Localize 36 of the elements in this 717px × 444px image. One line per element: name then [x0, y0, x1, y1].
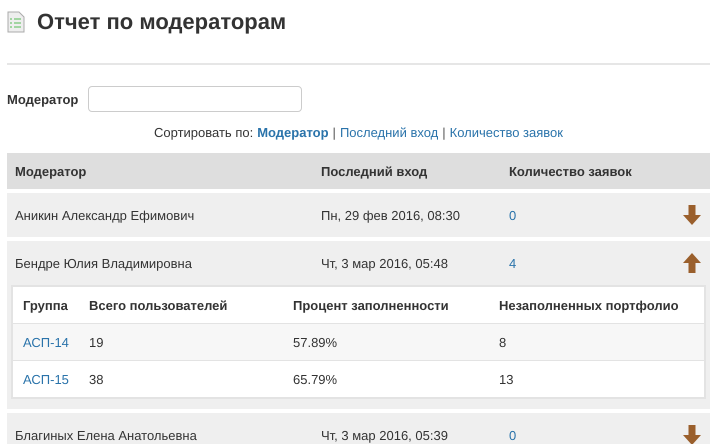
request-count-link[interactable]: 0	[509, 428, 516, 442]
last-login: Чт, 3 мар 2016, 05:39	[321, 428, 448, 442]
table-cell: 57.89%	[293, 334, 338, 350]
column-header: Количество заявок	[509, 164, 632, 178]
request-count-link[interactable]: 4	[509, 256, 516, 270]
moderator-input[interactable]	[88, 86, 302, 112]
sort-link[interactable]: Модератор	[257, 125, 329, 140]
table-cell: 65.79%	[293, 372, 338, 386]
down-arrow-icon[interactable]	[682, 424, 702, 444]
sort-link[interactable]: Количество заявок	[450, 125, 563, 140]
table-cell: 38	[89, 372, 104, 386]
sort-link[interactable]: Последний вход	[340, 125, 438, 140]
table-cell: 19	[89, 334, 104, 350]
column-header: Процент заполненности	[293, 298, 449, 312]
column-header: Незаполненных портфолио	[499, 298, 679, 312]
last-login: Пн, 29 фев 2016, 08:30	[321, 208, 460, 222]
separator: |	[332, 125, 336, 140]
sort-label: Сортировать по:	[154, 125, 254, 140]
moderator-name: Аникин Александр Ефимович	[15, 208, 194, 222]
separator: |	[442, 125, 446, 140]
last-login: Чт, 3 мар 2016, 05:48	[321, 256, 448, 270]
group-link[interactable]: АСП-15	[23, 372, 69, 386]
down-arrow-icon[interactable]	[682, 204, 702, 226]
table-cell: 8	[499, 334, 506, 350]
up-arrow-icon[interactable]	[682, 252, 702, 274]
column-header: Группа	[23, 298, 68, 312]
moderator-name: Благиных Елена Анатольевна	[15, 428, 197, 442]
moderator-name: Бендре Юлия Владимировна	[15, 256, 192, 270]
table-cell: 13	[499, 372, 514, 386]
report-icon	[7, 11, 25, 33]
page-title: Отчет по модераторам	[37, 9, 286, 35]
column-header: Модератор	[15, 164, 86, 178]
column-header: Последний вход	[321, 164, 428, 178]
filter-label: Модератор	[7, 92, 78, 106]
column-header: Всего пользователей	[89, 298, 228, 312]
request-count-link[interactable]: 0	[509, 208, 516, 222]
